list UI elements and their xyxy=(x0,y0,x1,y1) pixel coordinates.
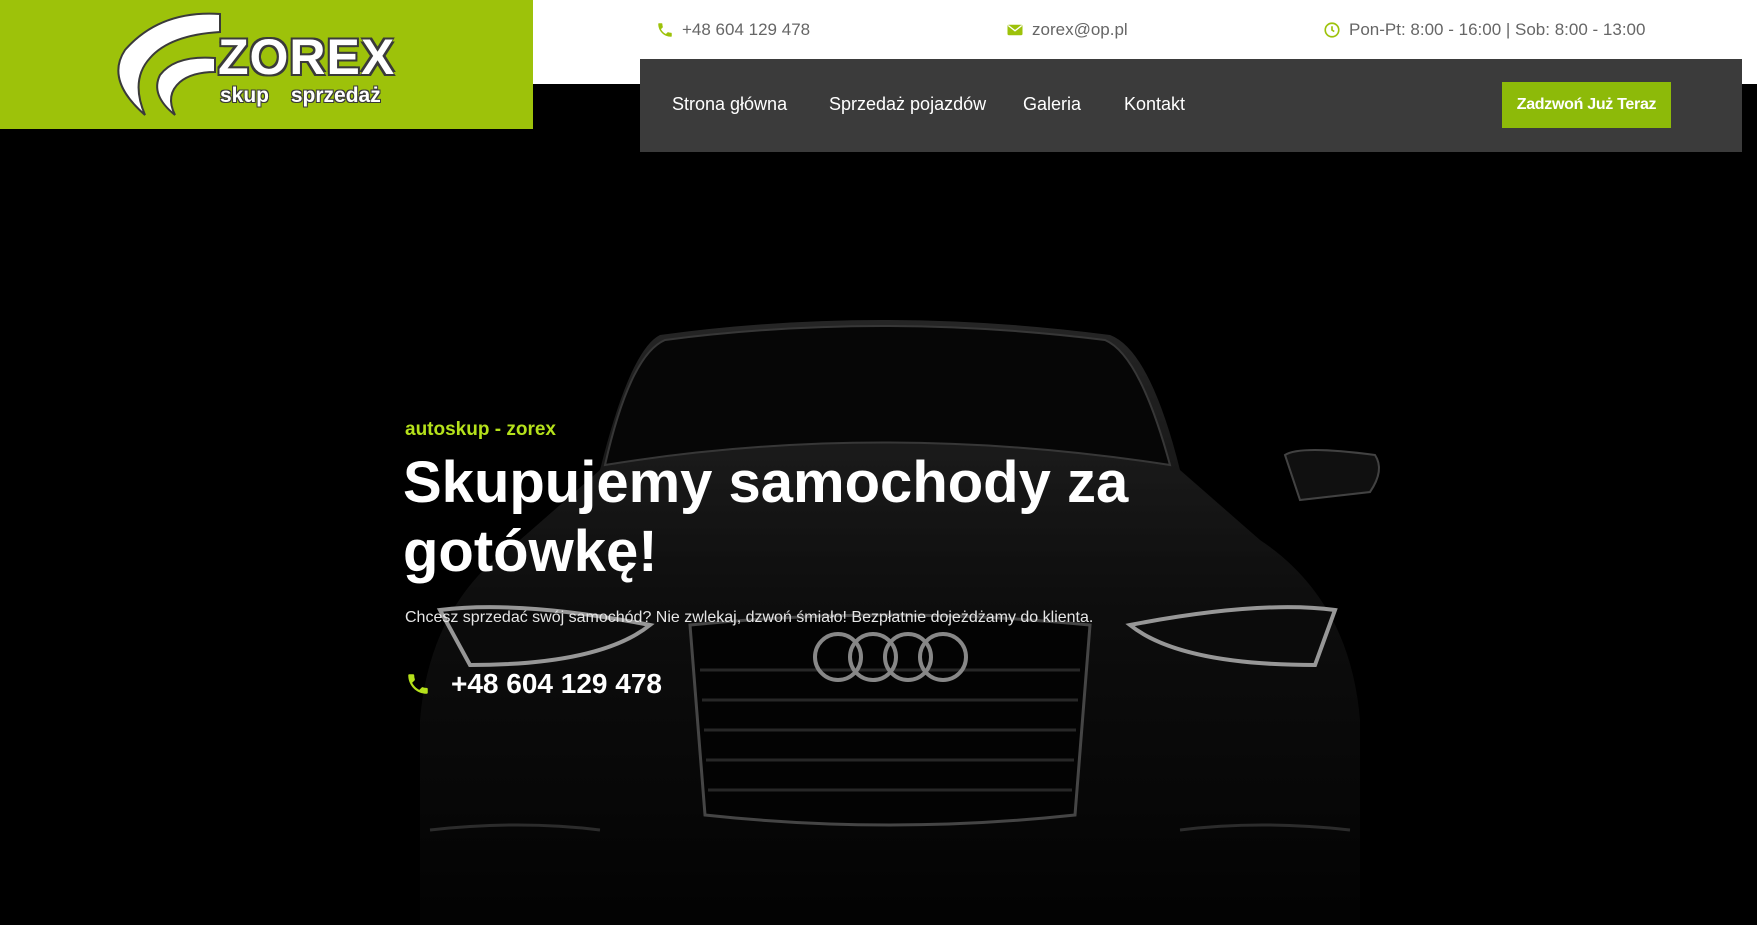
phone-icon xyxy=(658,23,672,37)
hero-headline: Skupujemy samochody za gotówkę! xyxy=(403,450,1129,584)
nav-item-home[interactable]: Strona główna xyxy=(672,94,787,115)
topbar-email-text: zorex@op.pl xyxy=(1032,20,1128,39)
hero-eyebrow: autoskup - zorex xyxy=(405,419,556,440)
nav-item-contact[interactable]: Kontakt xyxy=(1124,94,1185,115)
topbar-phone-text: +48 604 129 478 xyxy=(682,20,811,39)
logo-wordmark: ZOREX xyxy=(218,29,396,85)
nav-item-gallery[interactable]: Galeria xyxy=(1023,94,1081,115)
phone-icon xyxy=(408,674,428,694)
nav-item-vehicle-sales[interactable]: Sprzedaż pojazdów xyxy=(829,94,986,115)
topbar-hours: Pon-Pt: 8:00 - 16:00 | Sob: 8:00 - 13:00 xyxy=(1323,20,1645,40)
hero-lead-text: Chcesz sprzedać swój samochód? Nie zwlek… xyxy=(405,609,1094,626)
call-now-button[interactable]: Zadzwoń Już Teraz xyxy=(1502,82,1671,128)
clock-icon xyxy=(1324,22,1340,38)
logo[interactable]: ZOREX skup sprzedaż xyxy=(0,0,533,129)
main-navigation: Strona główna Sprzedaż pojazdów Galeria … xyxy=(640,59,1742,152)
topbar-hours-text: Pon-Pt: 8:00 - 16:00 | Sob: 8:00 - 13:00 xyxy=(1349,20,1646,39)
topbar-email[interactable]: zorex@op.pl xyxy=(1006,20,1128,40)
topbar-phone[interactable]: +48 604 129 478 xyxy=(656,20,810,40)
envelope-icon xyxy=(1007,24,1023,36)
hero-phone[interactable]: +48 604 129 478 xyxy=(405,668,662,700)
hero-phone-number: +48 604 129 478 xyxy=(451,668,662,699)
logo-tagline: skup sprzedaż xyxy=(220,84,381,107)
